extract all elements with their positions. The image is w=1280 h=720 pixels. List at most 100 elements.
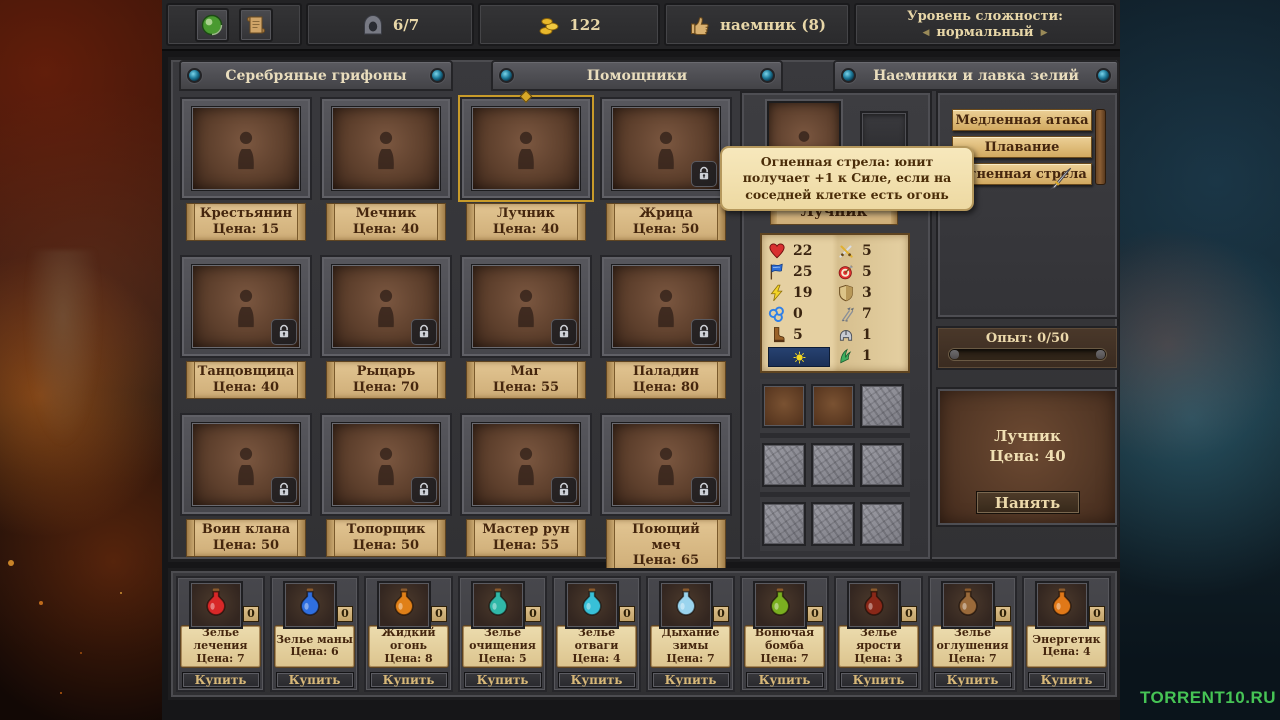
unit-name-plate: Маг Цена: 55 (466, 361, 586, 399)
shield-icon (837, 284, 855, 302)
buy-button[interactable]: Купить (558, 672, 636, 688)
unit-card-knight[interactable]: Рыцарь Цена: 70 (320, 255, 452, 399)
heart-icon (768, 242, 786, 260)
potion-name: Вонючая бомба (746, 627, 823, 652)
unit-name-plate: Крестьянин Цена: 15 (186, 203, 306, 241)
potion-name: Жидкий огонь (370, 627, 447, 652)
buy-button[interactable]: Купить (746, 672, 824, 688)
unit-name: Жрица (617, 206, 715, 222)
equipment-slot-open[interactable] (762, 384, 806, 428)
unit-price: Цена: 55 (477, 538, 575, 554)
unit-price: Цена: 50 (337, 538, 435, 554)
tab-mercenaries-shop[interactable]: Наемники и лавка зелий (833, 60, 1119, 91)
unit-card-mage[interactable]: Маг Цена: 55 (460, 255, 592, 399)
scroll-roll-decoration (1095, 109, 1106, 185)
unit-card-priestess[interactable]: Жрица Цена: 50 (600, 97, 732, 241)
equipment-slot-open[interactable] (811, 384, 855, 428)
potion-card-mana[interactable]: 0 Зелье маны Цена: 6 Купить (270, 576, 359, 692)
buy-button[interactable]: Купить (370, 672, 448, 688)
potion-price: Цена: 7 (666, 653, 714, 666)
lock-icon (551, 319, 577, 345)
equipment-slot-locked[interactable] (811, 443, 855, 487)
equipment-slot-locked[interactable] (762, 502, 806, 546)
potion-price: Цена: 6 (290, 646, 338, 659)
unit-card-paladin[interactable]: Паладин Цена: 80 (600, 255, 732, 399)
coins-icon (537, 13, 561, 37)
difficulty-next-button[interactable]: ▶ (1041, 28, 1048, 38)
potion-card-energy-drink[interactable]: 0 Энергетик Цена: 4 Купить (1022, 576, 1111, 692)
unit-price: Цена: 50 (617, 222, 715, 238)
hire-button[interactable]: Нанять (976, 491, 1080, 514)
army-size-panel: 6/7 (306, 3, 474, 46)
buy-button[interactable]: Купить (1028, 672, 1106, 688)
cursor-sword-icon (1048, 166, 1074, 192)
potion-card-healing[interactable]: 0 Зелье лечения Цена: 7 Купить (176, 576, 265, 692)
experience-label: Опыт: 0/50 (948, 331, 1107, 346)
potion-count: 0 (525, 606, 541, 622)
potion-card-liquid-fire[interactable]: 0 Жидкий огонь Цена: 8 Купить (364, 576, 453, 692)
lock-icon (691, 477, 717, 503)
potion-icon (189, 581, 243, 629)
equipment-slot-locked[interactable] (860, 443, 904, 487)
unit-name: Мастер рун (477, 522, 575, 538)
stat-armor: 1 (862, 327, 872, 343)
potion-card-rage[interactable]: 0 Зелье ярости Цена: 3 Купить (834, 576, 923, 692)
unit-card-dancer[interactable]: Танцовщица Цена: 40 (180, 255, 312, 399)
potion-icon (753, 581, 807, 629)
potion-price: Цена: 7 (948, 653, 996, 666)
unit-card-clan-warrior[interactable]: Воин клана Цена: 50 (180, 413, 312, 572)
equipment-slot-locked[interactable] (860, 502, 904, 546)
ability-slow-attack[interactable]: Медленная атака (952, 109, 1092, 131)
gem-icon (841, 68, 856, 83)
experience-panel: Опыт: 0/50 (936, 326, 1119, 370)
swirl-icon (768, 305, 786, 323)
potion-card-stun[interactable]: 0 Зелье оглушения Цена: 7 Купить (928, 576, 1017, 692)
potion-price: Цена: 4 (1042, 646, 1090, 659)
gem-icon (187, 68, 202, 83)
buy-button[interactable]: Купить (934, 672, 1012, 688)
unit-card-runemaster[interactable]: Мастер рун Цена: 55 (460, 413, 592, 572)
difficulty-prev-button[interactable]: ◀ (922, 28, 929, 38)
potion-card-winter-breath[interactable]: 0 Дыхание зимы Цена: 7 Купить (646, 576, 735, 692)
buy-button[interactable]: Купить (840, 672, 918, 688)
buy-button[interactable]: Купить (652, 672, 730, 688)
lock-icon (691, 319, 717, 345)
potion-name-plate: Зелье отваги Цена: 4 (556, 625, 637, 668)
hire-panel: Лучник Цена: 40 Нанять (936, 387, 1119, 527)
potion-card-courage[interactable]: 0 Зелье отваги Цена: 4 Купить (552, 576, 641, 692)
buy-button[interactable]: Купить (276, 672, 354, 688)
equipment-slot-locked[interactable] (860, 384, 904, 428)
stat-morale: 25 (793, 264, 812, 280)
unit-card-peasant[interactable]: Крестьянин Цена: 15 (180, 97, 312, 241)
scroll-button[interactable] (239, 8, 273, 42)
arrows-icon (837, 305, 855, 323)
unit-price: Цена: 40 (337, 222, 435, 238)
ability-tooltip: Огненная стрела: юнит получает +1 к Силе… (720, 146, 974, 211)
lock-icon (411, 319, 437, 345)
tab-helpers[interactable]: Помощники (491, 60, 783, 91)
buy-button[interactable]: Купить (464, 672, 542, 688)
potion-count: 0 (1089, 606, 1105, 622)
unit-name: Рыцарь (337, 364, 435, 380)
potion-card-cleansing[interactable]: 0 Зелье очищения Цена: 5 Купить (458, 576, 547, 692)
background-art-left (0, 0, 162, 720)
equipment-slot-locked[interactable] (811, 502, 855, 546)
potion-price: Цена: 7 (196, 653, 244, 666)
unit-card-singing-sword[interactable]: Поющий меч Цена: 65 (600, 413, 732, 572)
tab-silver-griffins[interactable]: Серебряные грифоны (179, 60, 453, 91)
unit-name-plate: Паладин Цена: 80 (606, 361, 726, 399)
potion-name: Зелье очищения (464, 627, 541, 652)
helmet-icon (837, 326, 855, 344)
orb-button[interactable] (195, 8, 229, 42)
potion-icon (1035, 581, 1089, 629)
unit-name: Топорщик (337, 522, 435, 538)
buy-button[interactable]: Купить (182, 672, 260, 688)
unit-card-archer-selected[interactable]: Лучник Цена: 40 (460, 97, 592, 241)
potion-name-plate: Зелье оглушения Цена: 7 (932, 625, 1013, 668)
equipment-slot-locked[interactable] (762, 443, 806, 487)
background-art-right: TORRENT10.RU (1120, 0, 1280, 720)
main-panel: Серебряные грифоны Помощники Наемники и … (168, 57, 1120, 562)
unit-card-swordsman[interactable]: Мечник Цена: 40 (320, 97, 452, 241)
unit-card-axeman[interactable]: Топорщик Цена: 50 (320, 413, 452, 572)
potion-card-stink-bomb[interactable]: 0 Вонючая бомба Цена: 7 Купить (740, 576, 829, 692)
